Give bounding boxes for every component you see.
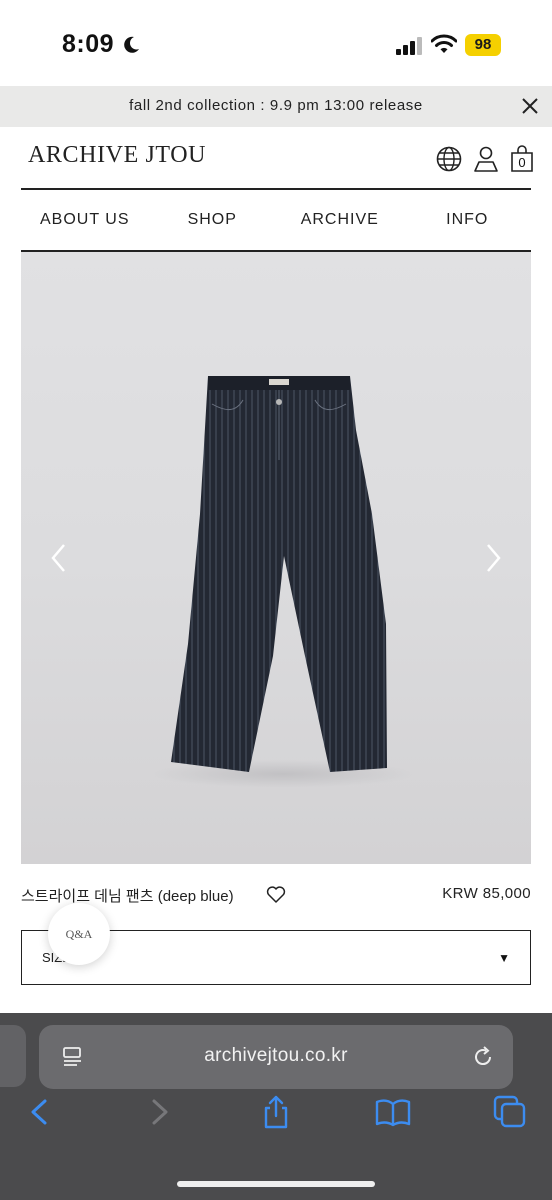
forward-icon[interactable] (141, 1094, 177, 1130)
nav-about-us[interactable]: ABOUT US (21, 190, 149, 251)
cellular-signal-icon (396, 37, 422, 55)
product-image[interactable] (21, 252, 531, 864)
announcement-text: fall 2nd collection : 9.9 pm 13:00 relea… (129, 97, 423, 114)
status-bar: 8:09 98 (0, 0, 552, 86)
nav-info[interactable]: INFO (404, 190, 532, 251)
home-indicator (177, 1181, 375, 1187)
wifi-icon (431, 34, 457, 53)
heart-icon[interactable] (266, 885, 286, 904)
battery-indicator: 98 (465, 34, 501, 56)
jeans-photo (153, 376, 413, 788)
caret-down-icon: ▼ (498, 951, 510, 965)
url-text: archivejtou.co.kr (204, 1045, 348, 1066)
nav-archive[interactable]: ARCHIVE (276, 190, 404, 251)
cart-count: 0 (518, 155, 526, 170)
close-icon[interactable] (520, 96, 540, 116)
status-time: 8:09 (62, 30, 115, 58)
site-logo[interactable]: ARCHIVE JTOU (28, 142, 206, 169)
moon-icon (124, 36, 139, 53)
tabs-icon[interactable] (492, 1094, 528, 1130)
user-icon[interactable] (472, 145, 500, 173)
product-name: 스트라이프 데님 팬츠 (deep blue) (21, 888, 234, 905)
product-price: KRW 85,000 (442, 885, 531, 902)
chevron-left-icon[interactable] (49, 542, 69, 574)
main-nav: ABOUT US SHOP ARCHIVE INFO (21, 190, 531, 251)
nav-shop[interactable]: SHOP (149, 190, 277, 251)
address-bar[interactable]: archivejtou.co.kr (39, 1025, 513, 1089)
qa-button[interactable]: Q&A (48, 903, 110, 965)
previous-tab-preview[interactable] (0, 1025, 26, 1087)
reload-icon[interactable] (471, 1045, 495, 1069)
share-icon[interactable] (258, 1094, 294, 1130)
back-icon[interactable] (22, 1094, 58, 1130)
shopping-bag-button[interactable]: 0 (508, 145, 536, 173)
chevron-right-icon[interactable] (483, 542, 503, 574)
announcement-bar: fall 2nd collection : 9.9 pm 13:00 relea… (0, 86, 552, 127)
bookmarks-icon[interactable] (375, 1094, 411, 1130)
globe-icon[interactable] (435, 145, 463, 173)
